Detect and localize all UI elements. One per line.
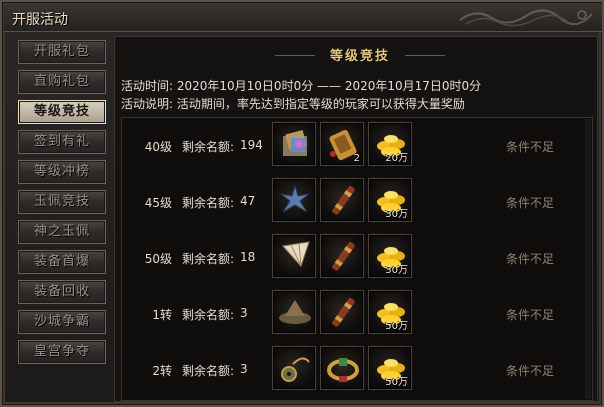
event-time: 活动时间: 2020年10月10日0时0分 —— 2020年10月17日0时0分 xyxy=(121,79,482,93)
row-level: 45级 xyxy=(144,196,172,210)
quota-label: 剩余名额: xyxy=(182,252,235,266)
reward-slot[interactable]: 50万 xyxy=(368,290,412,334)
quota-value: 18 xyxy=(240,250,256,264)
item-quantity: 50万 xyxy=(385,377,408,388)
row-level: 2转 xyxy=(152,364,172,378)
claim-status[interactable]: 条件不足 xyxy=(506,250,554,267)
banner-divider-left xyxy=(275,55,315,56)
reward-slot[interactable]: 50万 xyxy=(368,346,412,390)
quota-value: 47 xyxy=(240,194,256,208)
sidebar-item-palace-war[interactable]: 皇宫争夺 xyxy=(18,340,106,364)
sidebar-item-level-competition[interactable]: 等级竞技 xyxy=(18,100,106,124)
sidebar: 开服礼包 直购礼包 等级竞技 签到有礼 等级冲榜 玉佩竞技 神之玉佩 装备首爆 … xyxy=(18,40,110,380)
row-level: 50级 xyxy=(144,252,172,266)
reward-slot[interactable] xyxy=(272,346,316,390)
scroll-icon xyxy=(332,297,355,327)
item-quantity: 20万 xyxy=(385,153,408,164)
section-title: 等级竞技 xyxy=(329,49,390,64)
reward-slot[interactable]: 30万 xyxy=(368,234,412,278)
sidebar-item-equip-recycle[interactable]: 装备回收 xyxy=(18,280,106,304)
reward-slot[interactable]: 20万 xyxy=(368,122,412,166)
reward-list[interactable]: 40级 剩余名额: 194 2 20万 条件不足 45级 剩余名额: 47 30万 条件不足 50级剩… xyxy=(121,117,593,401)
event-description: 活动说明: 活动期间，率先达到指定等级的玩家可以获得大量奖励 xyxy=(121,97,465,111)
reward-slot[interactable] xyxy=(320,234,364,278)
reward-slot[interactable] xyxy=(272,234,316,278)
reward-slot[interactable] xyxy=(320,290,364,334)
sidebar-item-first-equip-drop[interactable]: 装备首爆 xyxy=(18,250,106,274)
quota-value: 3 xyxy=(240,306,248,320)
jade-pendant-icon xyxy=(281,357,310,382)
reward-slot[interactable]: 2 xyxy=(320,122,364,166)
gift-bundle-icon xyxy=(283,129,307,156)
title-bar[interactable]: 开服活动 xyxy=(4,4,602,32)
dragon-ornament-icon xyxy=(459,9,593,27)
window-title: 开服活动 xyxy=(12,12,68,28)
claim-status[interactable]: 条件不足 xyxy=(506,306,554,323)
item-quantity: 30万 xyxy=(385,209,408,220)
quota-value: 194 xyxy=(240,138,263,152)
quota-label: 剩余名额: xyxy=(182,140,235,154)
sidebar-item-jade-competition[interactable]: 玉佩竞技 xyxy=(18,190,106,214)
sidebar-item-divine-jade[interactable]: 神之玉佩 xyxy=(18,220,106,244)
row-level: 40级 xyxy=(144,140,172,154)
reward-row: 50级 剩余名额: 18 30万 条件不足 xyxy=(122,230,592,286)
item-quantity: 50万 xyxy=(385,321,408,332)
sidebar-item-level-ranking[interactable]: 等级冲榜 xyxy=(18,160,106,184)
section-banner: 等级竞技 xyxy=(275,45,445,67)
sidebar-item-castle-war[interactable]: 沙城争霸 xyxy=(18,310,106,334)
sidebar-item-direct-buy-gift[interactable]: 直购礼包 xyxy=(18,70,106,94)
reward-row: 2转 剩余名额: 3 50万 条件不足 xyxy=(122,342,592,398)
reward-slot[interactable] xyxy=(272,290,316,334)
banner-divider-right xyxy=(405,55,445,56)
claim-status[interactable]: 条件不足 xyxy=(506,194,554,211)
sidebar-item-opening-gift[interactable]: 开服礼包 xyxy=(18,40,106,64)
row-level: 1转 xyxy=(152,308,172,322)
quota-label: 剩余名额: xyxy=(182,308,235,322)
blue-flower-icon xyxy=(280,184,310,213)
item-quantity: 30万 xyxy=(385,265,408,276)
quota-value: 3 xyxy=(240,362,248,376)
event-window: 开服活动 开服礼包 直购礼包 等级竞技 签到有礼 等级冲榜 玉佩竞技 神之玉佩 … xyxy=(0,0,604,407)
straw-hat-icon xyxy=(279,300,311,324)
reward-row: 45级 剩余名额: 47 30万 条件不足 xyxy=(122,174,592,230)
scroll-icon xyxy=(332,185,355,215)
main-panel: 等级竞技 活动时间: 2020年10月10日0时0分 —— 2020年10月17… xyxy=(114,36,598,402)
quota-label: 剩余名额: xyxy=(182,364,235,378)
reward-slot[interactable]: 30万 xyxy=(368,178,412,222)
reward-slot[interactable] xyxy=(272,122,316,166)
sidebar-item-sign-in-gift[interactable]: 签到有礼 xyxy=(18,130,106,154)
scroll-icon xyxy=(332,241,355,271)
reward-row: 40级 剩余名额: 194 2 20万 条件不足 xyxy=(122,118,592,174)
reward-slot[interactable] xyxy=(320,346,364,390)
item-quantity: 2 xyxy=(353,153,360,164)
quota-label: 剩余名额: xyxy=(182,196,235,210)
reward-row: 1转 剩余名额: 3 50万 条件不足 xyxy=(122,286,592,342)
claim-status[interactable]: 条件不足 xyxy=(506,362,554,379)
claim-status[interactable]: 条件不足 xyxy=(506,138,554,155)
reward-slot[interactable] xyxy=(272,178,316,222)
reward-slot[interactable] xyxy=(320,178,364,222)
folding-fan-icon xyxy=(282,241,310,267)
gold-belt-icon xyxy=(327,358,359,382)
